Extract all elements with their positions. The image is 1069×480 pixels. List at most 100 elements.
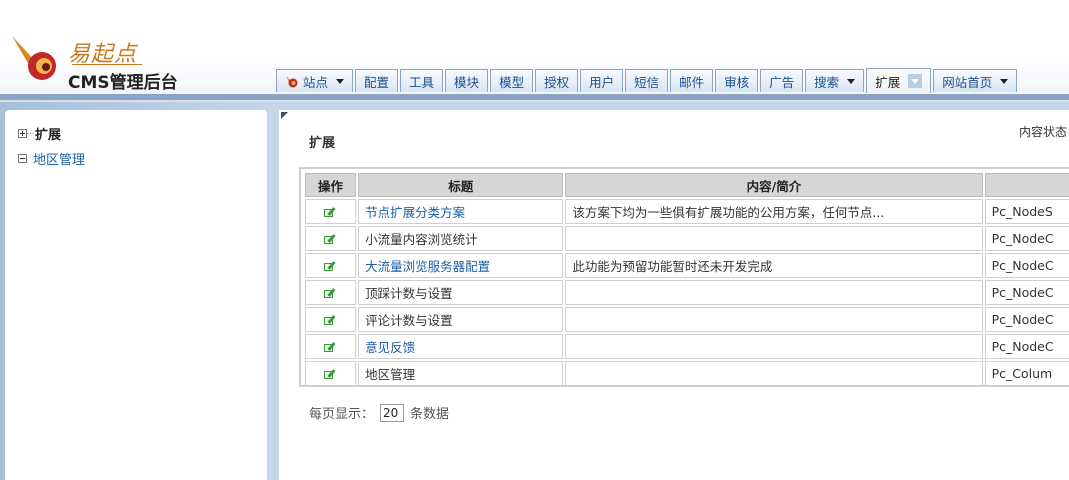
table-row: 地区管理 Pc_Colum <box>305 361 1069 385</box>
edit-icon[interactable] <box>324 261 337 272</box>
table-row: 节点扩展分类方案 该方案下均为一些俱有扩展功能的公用方案，任何节点... Pc_No… <box>305 199 1069 224</box>
tab-label: 网站首页 <box>942 74 993 90</box>
tree-item-region[interactable]: 地区管理 <box>18 149 85 168</box>
edit-icon[interactable] <box>324 288 337 299</box>
tab-label: 搜索 <box>814 74 840 90</box>
table-row: 顶踩计数与设置 Pc_NodeC <box>305 280 1069 305</box>
row-content-cell <box>565 334 983 359</box>
column-header <box>984 173 1069 197</box>
chevron-down-icon[interactable] <box>336 78 345 84</box>
chevron-down-icon[interactable] <box>1000 78 1009 84</box>
column-header: 内容/简介 <box>565 173 983 197</box>
per-page-control: 每页显示： 条数据 <box>309 403 449 422</box>
row-extra-cell: Pc_NodeS <box>984 199 1069 224</box>
row-title-cell: 评论计数与设置 <box>358 307 564 332</box>
row-title-cell: 地区管理 <box>358 361 564 385</box>
corner-marker <box>281 112 288 119</box>
site-icon <box>286 76 298 88</box>
tab-site[interactable]: 站点 <box>276 69 354 92</box>
row-action-cell <box>305 280 357 305</box>
row-extra-cell: Pc_NodeC <box>984 280 1069 305</box>
tab-site-home[interactable]: 网站首页 <box>933 69 1018 92</box>
edit-icon[interactable] <box>324 234 337 245</box>
sidebar-container: 扩展 地区管理 <box>0 102 275 480</box>
tree-item-label: 扩展 <box>35 128 62 143</box>
row-content-cell <box>565 280 983 305</box>
tab-label: 扩展 <box>875 74 901 90</box>
tree-connector <box>27 133 33 134</box>
tab-auth[interactable]: 授权 <box>535 69 579 92</box>
row-extra-cell: Pc_NodeC <box>984 307 1069 332</box>
row-title-cell: 大流量浏览服务器配置 <box>358 253 564 278</box>
tab-label: 授权 <box>544 74 570 90</box>
logo-subtitle: CMS管理后台 <box>68 73 178 93</box>
dropdown-toggle[interactable] <box>908 74 923 88</box>
row-title-text: 小流量内容浏览统计 <box>365 232 478 247</box>
row-title-cell: 顶踩计数与设置 <box>358 280 564 305</box>
edit-icon[interactable] <box>324 369 337 380</box>
tree-item-label[interactable]: 地区管理 <box>33 149 85 168</box>
row-action-cell <box>305 334 357 359</box>
row-title-cell: 意见反馈 <box>358 334 564 359</box>
tab-extensions[interactable]: 扩展 <box>866 68 932 93</box>
tab-modules[interactable]: 模块 <box>445 69 489 92</box>
tab-label: 模型 <box>499 74 525 90</box>
row-title-link[interactable]: 节点扩展分类方案 <box>365 205 465 220</box>
row-extra-cell: Pc_NodeC <box>984 226 1069 251</box>
column-header: 操作 <box>305 173 357 197</box>
tab-label: 工具 <box>409 74 435 90</box>
page-title: 扩展 <box>309 136 336 151</box>
tab-label: 配置 <box>364 74 390 90</box>
row-action-cell <box>305 361 357 385</box>
tab-tools[interactable]: 工具 <box>400 69 444 92</box>
edit-icon[interactable] <box>324 207 337 218</box>
chevron-down-icon[interactable] <box>847 78 856 84</box>
tab-label: 邮件 <box>679 74 705 90</box>
per-page-input[interactable] <box>380 403 405 422</box>
tree-item-extensions[interactable]: 扩展 <box>18 124 61 143</box>
edit-icon[interactable] <box>324 342 337 353</box>
tab-models[interactable]: 模型 <box>490 69 534 92</box>
row-title-cell: 小流量内容浏览统计 <box>358 226 564 251</box>
tab-label: 广告 <box>769 74 795 90</box>
row-title-link[interactable]: 大流量浏览服务器配置 <box>365 259 490 274</box>
table-row: 大流量浏览服务器配置 此功能为预留功能暂时还未开发完成 Pc_NodeC <box>305 253 1069 278</box>
row-content-cell <box>565 307 983 332</box>
tab-mail[interactable]: 邮件 <box>670 69 714 92</box>
row-action-cell <box>305 307 357 332</box>
edit-icon[interactable] <box>324 315 337 326</box>
main-nav: 站点 配置 工具 模块 模型 授权 用户 短信 邮件 审核 广告 搜索 扩展 网… <box>276 68 1019 94</box>
row-action-cell <box>305 199 357 224</box>
row-title-cell: 节点扩展分类方案 <box>358 199 564 224</box>
content-status-label: 内容状态 <box>1019 125 1068 139</box>
tab-users[interactable]: 用户 <box>580 69 624 92</box>
row-title-link[interactable]: 意见反馈 <box>365 340 415 355</box>
tab-label: 用户 <box>589 74 615 90</box>
logo-underline <box>72 64 142 65</box>
tab-label: 站点 <box>303 74 329 90</box>
row-content-cell <box>565 361 983 385</box>
row-extra-cell: Pc_NodeC <box>984 334 1069 359</box>
header: 易起点 CMS管理后台 站点 配置 工具 模块 模型 授权 用户 短信 邮件 审… <box>0 0 1069 95</box>
tab-review[interactable]: 审核 <box>715 69 759 92</box>
per-page-prefix: 每页显示： <box>309 407 375 422</box>
extensions-table: 操作 标题 内容/简介 节点扩展分类方案 该方案下均为一些俱有扩展功能的公用方案，… <box>303 171 1069 385</box>
tab-ads[interactable]: 广告 <box>760 69 804 92</box>
table-row: 小流量内容浏览统计 Pc_NodeC <box>305 226 1069 251</box>
collapse-minus-icon[interactable] <box>18 154 27 163</box>
row-title-text: 地区管理 <box>365 367 416 382</box>
expand-plus-icon[interactable] <box>18 129 27 138</box>
chevron-down-icon <box>911 78 920 84</box>
row-action-cell <box>305 226 357 251</box>
row-extra-cell: Pc_Colum <box>984 361 1069 385</box>
tab-config[interactable]: 配置 <box>355 69 399 92</box>
tab-label: 审核 <box>724 74 750 90</box>
row-content-cell <box>565 226 983 251</box>
tab-search[interactable]: 搜索 <box>805 69 865 92</box>
row-title-text: 顶踩计数与设置 <box>365 286 453 301</box>
column-header: 标题 <box>358 173 564 197</box>
extensions-table-frame: 操作 标题 内容/简介 节点扩展分类方案 该方案下均为一些俱有扩展功能的公用方案，… <box>299 167 1069 387</box>
table-header-row: 操作 标题 内容/简介 <box>305 173 1069 197</box>
tab-sms[interactable]: 短信 <box>625 69 669 92</box>
table-row: 评论计数与设置 Pc_NodeC <box>305 307 1069 332</box>
